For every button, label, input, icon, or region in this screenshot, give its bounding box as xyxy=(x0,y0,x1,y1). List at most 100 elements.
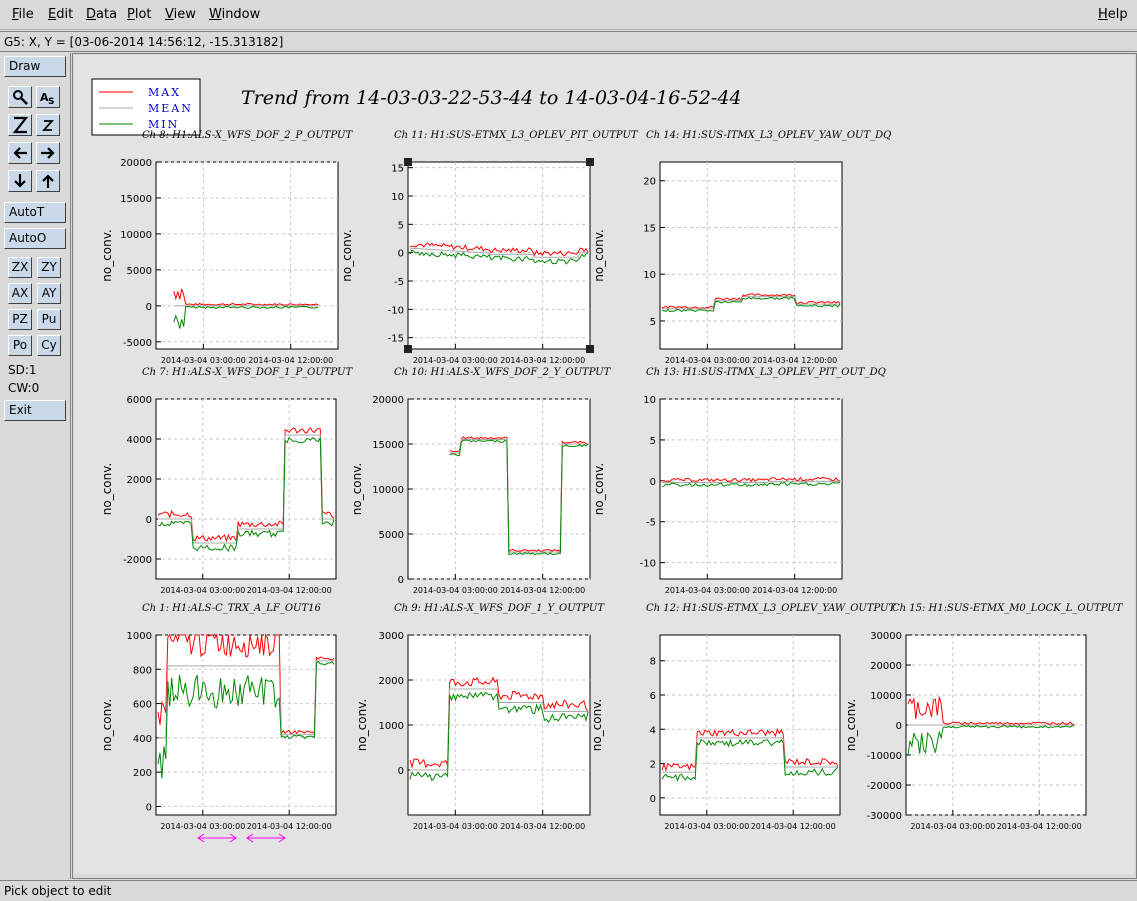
y-tick-label: 10000 xyxy=(120,230,152,241)
ax-button[interactable]: AX xyxy=(8,283,32,304)
panel-1: Ch 8: H1:ALS-X_WFS_DOF_2_P_OUTPUT 20000 15… xyxy=(100,130,353,365)
y-axis-label: no_conv. xyxy=(844,699,858,751)
x-tick-label: 2014-03-04 03:00:00 xyxy=(910,822,995,831)
x-tick-label: 2014-03-04 03:00:00 xyxy=(413,586,498,595)
y-tick-label: 6 xyxy=(650,691,656,702)
y-axis-label: no_conv. xyxy=(340,229,354,281)
panel-10: Ch 15: H1:SUS-ETMX_M0_LOCK_L_OUTPUT 30000… xyxy=(844,603,1124,831)
trend-chart[interactable]: MAXMEANMINTrend from 14-03-03-22-53-44 t… xyxy=(73,54,1137,880)
pan-down-button[interactable] xyxy=(8,170,32,192)
selection-handle xyxy=(404,345,412,353)
zx-button[interactable]: ZX xyxy=(8,257,32,278)
autot-button[interactable]: AutoT xyxy=(4,202,66,223)
pu-button[interactable]: Pu xyxy=(37,309,61,330)
zoom-big-button[interactable] xyxy=(8,114,32,136)
pointer-tool-button[interactable] xyxy=(8,86,32,108)
y-tick-label: 5000 xyxy=(379,530,404,541)
magnifier-icon xyxy=(13,90,28,105)
y-tick-label: 4000 xyxy=(127,435,152,446)
panel-6: Ch 13: H1:SUS-ITMX_L3_OPLEV_PIT_OUT_DQ 10… xyxy=(592,367,886,595)
plot-frame xyxy=(155,161,339,350)
menu-file[interactable]: File xyxy=(12,7,34,22)
y-tick-label: -20000 xyxy=(867,781,902,792)
svg-text:S: S xyxy=(48,97,54,105)
x-tick-label: 2014-03-04 03:00:00 xyxy=(413,356,498,365)
y-tick-label: 5 xyxy=(650,436,656,447)
menu-plot[interactable]: Plot xyxy=(127,7,152,22)
coordinate-readout: G5: X, Y = [03-06-2014 14:56:12, -15.313… xyxy=(4,35,284,49)
y-tick-label: 15000 xyxy=(372,440,404,451)
y-tick-label: 2000 xyxy=(127,475,152,486)
zoom-small-button[interactable] xyxy=(36,114,60,136)
panel-title: Ch 11: H1:SUS-ETMX_L3_OPLEV_PIT_OUTPUT xyxy=(394,130,639,141)
panel-5: Ch 10: H1:ALS-X_WFS_DOF_2_Y_OUTPUT 20000 1… xyxy=(350,367,612,595)
pz-button[interactable]: PZ xyxy=(8,309,32,330)
x-tick-label: 2014-03-04 12:00:00 xyxy=(247,822,332,831)
cy-button[interactable]: Cy xyxy=(37,335,61,356)
plot-frame xyxy=(155,398,337,580)
y-axis-label: no_conv. xyxy=(592,463,606,515)
autoo-button[interactable]: AutoO xyxy=(4,228,66,249)
y-axis-label: no_conv. xyxy=(590,699,604,751)
y-tick-label: 15000 xyxy=(120,194,152,205)
y-tick-label: -15 xyxy=(388,334,404,345)
plot-frame xyxy=(659,398,843,580)
y-tick-label: 2000 xyxy=(379,676,404,687)
plot-frame xyxy=(155,634,337,816)
panel-title: Ch 15: H1:SUS-ETMX_M0_LOCK_L_OUTPUT xyxy=(892,603,1124,614)
cw-indicator: CW:0 xyxy=(8,381,40,395)
pan-right-button[interactable] xyxy=(36,142,60,164)
plot-frame xyxy=(659,634,841,816)
x-tick-label: 2014-03-04 12:00:00 xyxy=(752,586,837,595)
exit-button[interactable]: Exit xyxy=(4,400,66,421)
sd-indicator: SD:1 xyxy=(8,363,37,377)
text-size-icon: AS xyxy=(40,91,54,105)
panel-8: Ch 9: H1:ALS-X_WFS_DOF_1_Y_OUTPUT 3000 200… xyxy=(355,603,605,831)
draw-button[interactable]: Draw xyxy=(4,56,66,77)
selection-handle xyxy=(586,158,594,166)
y-tick-label: -2000 xyxy=(123,555,152,566)
menu-view[interactable]: View xyxy=(165,7,196,22)
legend: MAXMEANMIN xyxy=(91,78,201,136)
y-tick-label: -30000 xyxy=(867,811,902,822)
panel-title: Ch 14: H1:SUS-ITMX_L3_OPLEV_YAW_OUT_DQ xyxy=(646,130,891,141)
pan-up-button[interactable] xyxy=(36,170,60,192)
panel-title: Ch 9: H1:ALS-X_WFS_DOF_1_Y_OUTPUT xyxy=(394,603,605,614)
text-tool-button[interactable]: AS xyxy=(36,86,60,108)
pan-left-button[interactable] xyxy=(8,142,32,164)
range-arrow xyxy=(197,833,237,843)
panel-title: Ch 1: H1:ALS-C_TRX_A_LF_OUT16 xyxy=(142,603,322,614)
y-tick-label: 2 xyxy=(650,760,656,771)
y-tick-label: -5 xyxy=(646,518,656,529)
y-tick-label: 0 xyxy=(650,794,656,805)
ay-button[interactable]: AY xyxy=(37,283,61,304)
plot-canvas[interactable]: MAX MEAN MIN Trend from 14-03-03-22-53-44 t… xyxy=(72,53,1137,879)
y-tick-label: 400 xyxy=(133,734,152,745)
zy-button[interactable]: ZY xyxy=(37,257,61,278)
po-button[interactable]: Po xyxy=(8,335,32,356)
y-tick-label: 15 xyxy=(643,223,656,234)
menu-edit[interactable]: Edit xyxy=(48,7,73,22)
menu-window[interactable]: Window xyxy=(209,7,260,22)
y-tick-label: 0 xyxy=(146,802,152,813)
y-tick-label: 1000 xyxy=(127,631,152,642)
y-axis-label: no_conv. xyxy=(592,229,606,281)
x-tick-label: 2014-03-04 12:00:00 xyxy=(997,822,1082,831)
arrow-up-icon xyxy=(42,174,54,188)
y-tick-label: -5000 xyxy=(123,338,152,349)
y-tick-label: 600 xyxy=(133,700,152,711)
panel-title: Ch 7: H1:ALS-X_WFS_DOF_1_P_OUTPUT xyxy=(142,367,353,378)
y-tick-label: 10 xyxy=(391,192,404,203)
menu-help[interactable]: Help xyxy=(1098,7,1128,22)
y-tick-label: 6000 xyxy=(127,395,152,406)
y-axis-label: no_conv. xyxy=(100,463,114,515)
y-tick-label: 800 xyxy=(133,665,152,676)
legend-label: MEAN xyxy=(148,102,193,115)
panel-title: Ch 10: H1:ALS-X_WFS_DOF_2_Y_OUTPUT xyxy=(394,367,612,378)
x-tick-label: 2014-03-04 03:00:00 xyxy=(160,586,245,595)
y-tick-label: 30000 xyxy=(870,631,902,642)
x-tick-label: 2014-03-04 03:00:00 xyxy=(160,822,245,831)
panel-title: Ch 8: H1:ALS-X_WFS_DOF_2_P_OUTPUT xyxy=(142,130,353,141)
status-text: Pick object to edit xyxy=(4,884,112,898)
menu-data[interactable]: Data xyxy=(86,7,117,22)
